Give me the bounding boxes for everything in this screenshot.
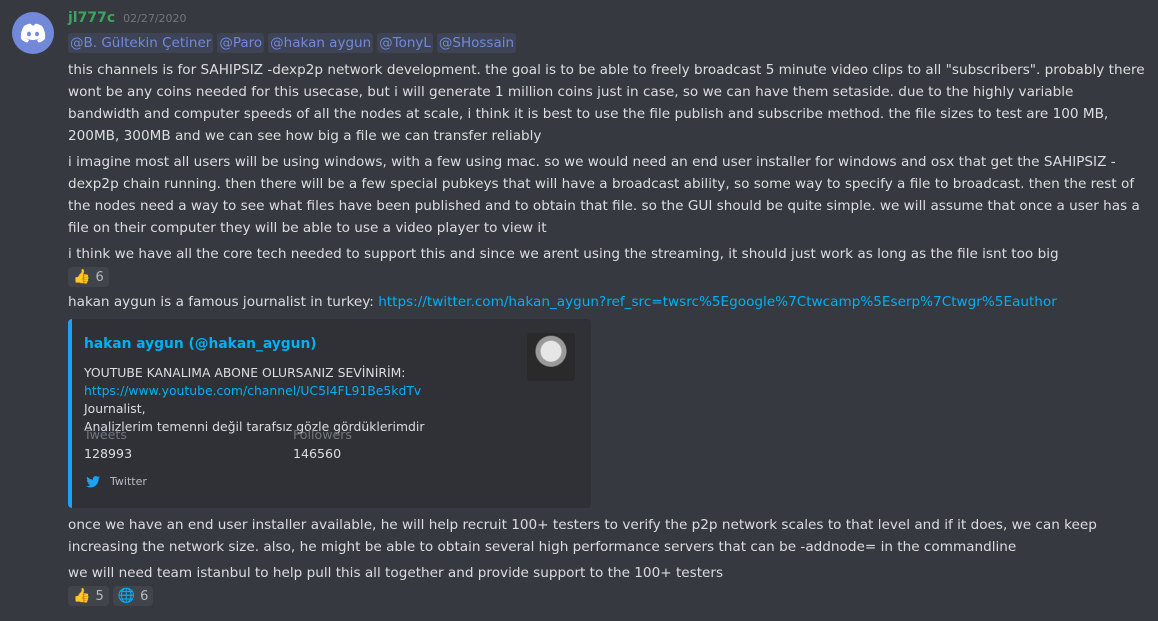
message-timestamp: 02/27/2020	[123, 12, 187, 25]
mention-gultekin[interactable]: @B. Gültekin Çetiner	[68, 33, 214, 53]
youtube-link[interactable]: https://www.youtube.com/channel/UC5I4FL9…	[84, 383, 421, 398]
globe-icon: 🌐	[117, 588, 136, 604]
embed-description: YOUTUBE KANALIMA ABONE OLURSANIZ SEVİNİR…	[84, 364, 484, 436]
reaction-count: 5	[95, 588, 104, 604]
embed-desc-line-1: YOUTUBE KANALIMA ABONE OLURSANIZ SEVİNİR…	[84, 365, 406, 380]
message: jl777c 02/27/2020 @B. Gültekin Çetiner @…	[68, 10, 1148, 606]
embed-footer-text: Twitter	[110, 475, 147, 488]
discord-logo-icon	[20, 23, 46, 43]
message-paragraph-2: i imagine most all users will be using w…	[68, 154, 1140, 236]
reaction-count: 6	[140, 588, 149, 604]
reaction-thumbs-up[interactable]: 👍 6	[68, 267, 109, 287]
mention-list: @B. Gültekin Çetiner @Paro @hakan aygun …	[68, 33, 1148, 53]
message-paragraph-4: hakan aygun is a famous journalist in tu…	[68, 291, 1148, 313]
twitter-link[interactable]: https://twitter.com/hakan_aygun?ref_src=…	[378, 294, 1057, 310]
embed-desc-line-3: Analizlerim temenni değil tarafsız gözle…	[84, 419, 425, 434]
reaction-count: 6	[95, 269, 104, 285]
twitter-embed: hakan aygun (@hakan_aygun) YOUTUBE KANAL…	[68, 319, 591, 508]
embed-thumbnail-image[interactable]	[527, 333, 575, 381]
field-label: Followers	[293, 427, 352, 442]
field-label: Tweets	[84, 427, 127, 442]
mention-shossain[interactable]: @SHossain	[436, 33, 517, 53]
message-paragraph-3: i think we have all the core tech needed…	[68, 246, 1059, 262]
mention-paro[interactable]: @Paro	[217, 33, 265, 53]
embed-field-tweets: Tweets 128993	[84, 427, 132, 461]
message-paragraph-5: once we have an end user installer avail…	[68, 517, 1097, 555]
reaction-thumbs-up[interactable]: 👍 5	[68, 586, 109, 606]
field-value: 146560	[293, 446, 342, 461]
reaction-bar-1: 👍 6	[68, 267, 1148, 287]
user-avatar[interactable]	[12, 12, 54, 54]
thumbs-up-icon: 👍	[73, 269, 91, 285]
reaction-globe[interactable]: 🌐 6	[112, 586, 154, 606]
message-header: jl777c 02/27/2020	[68, 10, 1148, 32]
twitter-bird-icon	[86, 475, 100, 487]
mention-tonyl[interactable]: @TonyL	[377, 33, 433, 53]
embed-desc-line-2: https://www.youtube.com/channel/UC5I4FL9…	[84, 382, 484, 418]
field-value: 128993	[84, 446, 133, 461]
embed-author[interactable]: hakan aygun (@hakan_aygun)	[84, 336, 317, 352]
reaction-bar-2: 👍 5 🌐 6	[68, 586, 1148, 606]
thumbs-up-icon: 👍	[73, 588, 91, 604]
mention-hakan[interactable]: @hakan aygun	[268, 33, 374, 53]
message-paragraph-6: we will need team istanbul to help pull …	[68, 565, 724, 581]
journalist-text: hakan aygun is a famous journalist in tu…	[68, 294, 379, 310]
message-paragraph-1: this channels is for SAHIPSIZ -dexp2p ne…	[68, 62, 1145, 144]
embed-field-followers: Followers 146560	[293, 427, 352, 461]
embed-footer: Twitter	[86, 475, 147, 488]
embed-desc-after-link: Journalist,	[84, 401, 146, 416]
author-name[interactable]: jl777c	[68, 10, 115, 26]
